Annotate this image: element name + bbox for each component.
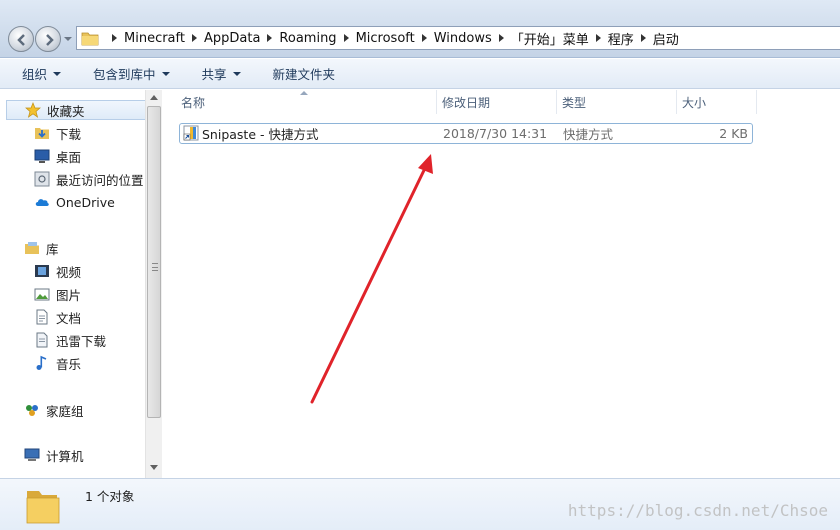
- address-bar[interactable]: Minecraft AppData Roaming Microsoft Wind…: [76, 26, 840, 50]
- share-label: 共享: [201, 67, 227, 82]
- file-type: 快捷方式: [563, 127, 614, 142]
- homegroup-icon: [26, 405, 38, 416]
- organize-button[interactable]: 组织: [12, 63, 71, 85]
- new-folder-button[interactable]: 新建文件夹: [263, 63, 346, 85]
- annotation-arrow-icon: [310, 154, 433, 404]
- cloud-icon: [35, 199, 49, 206]
- breadcrumb-minecraft[interactable]: Minecraft: [124, 31, 185, 46]
- new-folder-label: 新建文件夹: [272, 67, 336, 82]
- nav-homegroup[interactable]: 家庭组: [24, 400, 84, 420]
- breadcrumb-separator-icon[interactable]: [498, 34, 504, 42]
- item-count: 1 个对象: [85, 489, 135, 504]
- nav-recent-places-label: 最近访问的位置: [56, 172, 144, 188]
- nav-pictures[interactable]: 图片: [34, 284, 81, 304]
- scrollbar-thumb[interactable]: [147, 106, 161, 418]
- breadcrumb-windows[interactable]: Windows: [434, 31, 492, 46]
- nav-documents-label: 文档: [56, 310, 82, 326]
- nav-computer-label: 计算机: [46, 448, 84, 464]
- nav-xunlei-downloads-label: 迅雷下载: [56, 333, 107, 349]
- desktop-icon: [34, 149, 50, 163]
- chevron-down-icon: [161, 71, 170, 76]
- breadcrumb-separator-icon[interactable]: [191, 34, 197, 42]
- nav-onedrive[interactable]: OneDrive: [34, 192, 115, 212]
- breadcrumb-separator-icon[interactable]: [640, 34, 646, 42]
- breadcrumb-programs[interactable]: 程序: [608, 29, 634, 48]
- folder-icon: [26, 491, 60, 524]
- nav-xunlei-downloads[interactable]: 迅雷下载: [34, 330, 106, 350]
- address-bar-row: Minecraft AppData Roaming Microsoft Wind…: [0, 0, 840, 58]
- scroll-up-icon[interactable]: [150, 95, 158, 100]
- breadcrumb-appdata[interactable]: AppData: [204, 31, 260, 46]
- nav-music[interactable]: 音乐: [34, 353, 81, 373]
- recent-pages-dropdown-icon[interactable]: [63, 34, 73, 44]
- nav-homegroup-label: 家庭组: [46, 403, 84, 419]
- nav-videos-label: 视频: [56, 264, 82, 280]
- watermark-text: https://blog.csdn.net/Chsoe: [567, 501, 828, 520]
- file-list-pane: 名称 修改日期 类型 大小 Snipaste - 快捷方式 2018/7/30 …: [163, 90, 840, 478]
- back-button[interactable]: [8, 26, 34, 52]
- file-date-modified: 2018/7/30 14:31: [443, 126, 548, 141]
- column-header-name[interactable]: 名称: [176, 90, 437, 114]
- nav-favorites[interactable]: 收藏夹: [6, 100, 146, 120]
- recent-places-icon: [34, 171, 50, 187]
- shortcut-icon: [183, 125, 199, 141]
- nav-downloads-label: 下载: [56, 126, 82, 142]
- file-size: 2 KB: [719, 126, 748, 141]
- breadcrumb-startup[interactable]: 启动: [653, 29, 679, 48]
- nav-libraries[interactable]: 库: [24, 238, 59, 258]
- column-headers: 名称 修改日期 类型 大小: [163, 90, 840, 114]
- organize-label: 组织: [22, 67, 48, 82]
- star-icon: [25, 102, 41, 118]
- file-row[interactable]: Snipaste - 快捷方式 2018/7/30 14:31 快捷方式 2 K…: [179, 123, 753, 144]
- film-icon: [35, 265, 49, 277]
- breadcrumb-separator-icon[interactable]: [112, 34, 117, 42]
- file-name: Snipaste - 快捷方式: [202, 127, 319, 142]
- grip-icon: [152, 263, 158, 271]
- downloads-folder-icon: [35, 128, 49, 139]
- chevron-down-icon: [53, 71, 62, 76]
- share-button[interactable]: 共享: [192, 63, 251, 85]
- music-note-icon: [36, 355, 47, 370]
- nav-computer[interactable]: 计算机: [24, 445, 84, 465]
- folder-icon: [81, 32, 99, 46]
- nav-videos[interactable]: 视频: [34, 261, 81, 281]
- column-header-date-modified[interactable]: 修改日期: [437, 90, 557, 114]
- navigation-pane: 收藏夹 下载 桌面 最近访问的位置 OneDrive 库 视频 图片 文档 迅雷…: [0, 90, 162, 478]
- navigation-pane-scrollbar[interactable]: [145, 90, 162, 478]
- picture-icon: [34, 288, 50, 301]
- breadcrumb-separator-icon[interactable]: [343, 34, 349, 42]
- nav-recent-places[interactable]: 最近访问的位置: [34, 169, 144, 189]
- include-in-library-label: 包含到库中: [93, 67, 156, 82]
- chevron-down-icon: [232, 71, 241, 76]
- nav-music-label: 音乐: [56, 356, 82, 372]
- nav-downloads[interactable]: 下载: [34, 123, 81, 143]
- library-icon: [25, 242, 39, 254]
- include-in-library-button[interactable]: 包含到库中: [83, 63, 180, 85]
- breadcrumb-separator-icon[interactable]: [421, 34, 427, 42]
- nav-desktop-label: 桌面: [56, 149, 82, 165]
- computer-icon: [24, 448, 40, 461]
- breadcrumb-roaming[interactable]: Roaming: [279, 31, 336, 46]
- nav-favorites-label: 收藏夹: [47, 103, 85, 119]
- scroll-down-icon[interactable]: [150, 465, 158, 470]
- nav-onedrive-label: OneDrive: [56, 194, 115, 210]
- column-header-type[interactable]: 类型: [557, 90, 677, 114]
- details-pane: 1 个对象 https://blog.csdn.net/Chsoe: [0, 478, 840, 530]
- nav-libraries-label: 库: [46, 241, 59, 257]
- arrow-right-icon: [46, 34, 54, 46]
- forward-button[interactable]: [35, 26, 61, 52]
- nav-desktop[interactable]: 桌面: [34, 146, 81, 166]
- breadcrumb-separator-icon[interactable]: [267, 34, 273, 42]
- nav-pictures-label: 图片: [56, 287, 82, 303]
- document-icon: [36, 309, 48, 325]
- breadcrumb-separator-icon[interactable]: [595, 34, 601, 42]
- command-bar: 组织 包含到库中 共享 新建文件夹: [0, 59, 840, 89]
- nav-documents[interactable]: 文档: [34, 307, 81, 327]
- breadcrumb-start-menu[interactable]: 「开始」菜单: [511, 29, 589, 48]
- arrow-left-icon: [17, 34, 25, 46]
- column-header-size[interactable]: 大小: [677, 90, 757, 114]
- breadcrumb-microsoft[interactable]: Microsoft: [356, 31, 415, 46]
- document-icon: [36, 332, 48, 348]
